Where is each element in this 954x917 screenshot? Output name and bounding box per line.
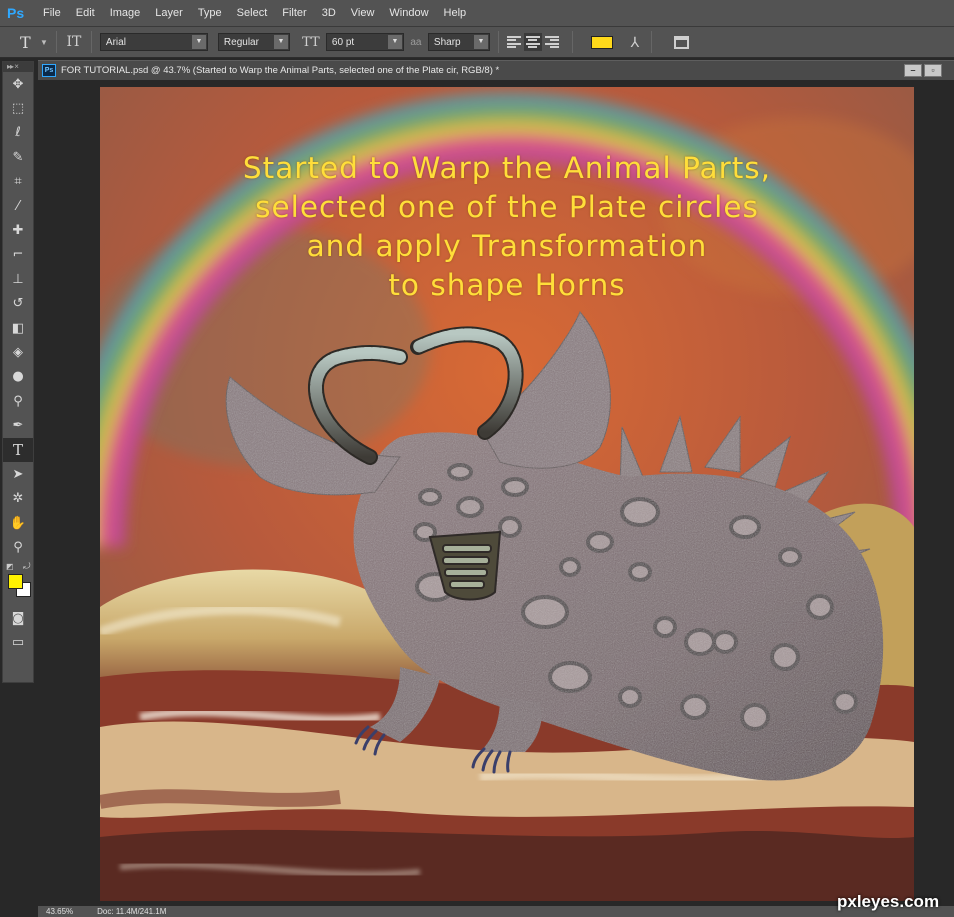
caption-line: Started to Warp the Animal Parts, bbox=[242, 151, 772, 185]
document-size[interactable]: Doc: 11.4M/241.1M bbox=[97, 907, 166, 916]
menu-layer[interactable]: Layer bbox=[155, 7, 183, 19]
hand-tool-icon[interactable]: ✋ bbox=[3, 511, 33, 535]
menu-edit[interactable]: Edit bbox=[76, 7, 95, 19]
toolbox-header[interactable]: ▸▸ × bbox=[3, 62, 33, 72]
menu-view[interactable]: View bbox=[351, 7, 375, 19]
brush-tool-icon[interactable]: ⌐ bbox=[3, 243, 33, 267]
history-brush-tool-icon[interactable]: ↺ bbox=[3, 292, 33, 316]
align-right-button[interactable] bbox=[544, 35, 559, 49]
chevron-down-icon: ▼ bbox=[273, 35, 288, 49]
caption-line: and apply Transformation bbox=[306, 229, 708, 263]
document-title: FOR TUTORIAL.psd @ 43.7% (Started to War… bbox=[61, 65, 500, 76]
photoshop-window: Ps File Edit Image Layer Type Select Fil… bbox=[0, 0, 954, 917]
menu-bar: Ps File Edit Image Layer Type Select Fil… bbox=[0, 0, 954, 27]
quick-mask-icon[interactable]: ◙ bbox=[3, 606, 33, 630]
dodge-tool-icon[interactable]: ⚲ bbox=[3, 389, 33, 413]
character-panel-icon[interactable] bbox=[673, 35, 689, 49]
tool-list: ✥ ⬚ ℓ ✎ ⌗ ⁄ ✚ ⌐ ⊥ ↺ ◧ ◈ ● ⚲ ✒ T ➤ ✲ ✋ ⚲ bbox=[3, 72, 33, 560]
swap-colors-icon[interactable]: ⤾ bbox=[23, 561, 31, 572]
menu-help[interactable]: Help bbox=[444, 7, 467, 19]
move-tool-icon[interactable]: ✥ bbox=[3, 72, 33, 96]
separator bbox=[650, 31, 652, 53]
type-tool-icon[interactable]: T bbox=[3, 437, 33, 463]
marquee-tool-icon[interactable]: ⬚ bbox=[3, 96, 33, 120]
document-canvas[interactable]: Started to Warp the Animal Parts, select… bbox=[100, 87, 914, 901]
separator bbox=[497, 31, 499, 53]
menu-image[interactable]: Image bbox=[110, 7, 141, 19]
clone-stamp-tool-icon[interactable]: ⊥ bbox=[3, 267, 33, 291]
tool-preset-dropdown-icon[interactable]: ▼ bbox=[40, 38, 48, 47]
font-size-icon: TT bbox=[302, 34, 320, 50]
font-size-value: 60 pt bbox=[331, 36, 355, 48]
toolbox: ▸▸ × ✥ ⬚ ℓ ✎ ⌗ ⁄ ✚ ⌐ ⊥ ↺ ◧ ◈ ● ⚲ ✒ T ➤ ✲ ✋ ⚲ ◩ ⤾ ◙ ▭ bbox=[2, 61, 34, 683]
antialias-icon: aa bbox=[410, 36, 422, 48]
type-tool-preset-icon[interactable]: T bbox=[20, 33, 34, 52]
custom-shape-tool-icon[interactable]: ✲ bbox=[3, 487, 33, 511]
align-left-button[interactable] bbox=[506, 35, 521, 49]
menu-window[interactable]: Window bbox=[389, 7, 428, 19]
caption-line: to shape Horns bbox=[388, 268, 626, 302]
eyedropper-tool-icon[interactable]: ⁄ bbox=[3, 194, 33, 218]
path-selection-tool-icon[interactable]: ➤ bbox=[3, 462, 33, 486]
menu-file[interactable]: File bbox=[43, 7, 61, 19]
crop-tool-icon[interactable]: ⌗ bbox=[3, 170, 33, 194]
default-colors-icon[interactable]: ◩ bbox=[6, 562, 14, 571]
menu-filter[interactable]: Filter bbox=[282, 7, 306, 19]
lasso-tool-icon[interactable]: ℓ bbox=[3, 121, 33, 145]
separator bbox=[55, 31, 57, 53]
minimize-button[interactable]: – bbox=[904, 64, 922, 77]
eraser-tool-icon[interactable]: ◧ bbox=[3, 316, 33, 340]
separator bbox=[571, 31, 573, 53]
psd-file-icon: Ps bbox=[42, 64, 56, 77]
antialias-value: Sharp bbox=[433, 36, 461, 48]
menu-type[interactable]: Type bbox=[198, 7, 222, 19]
photoshop-logo: Ps bbox=[7, 5, 25, 21]
chevron-down-icon: ▼ bbox=[387, 35, 402, 49]
font-style-value: Regular bbox=[223, 36, 259, 48]
screen-mode-icon[interactable]: ▭ bbox=[3, 630, 33, 654]
text-orientation-icon[interactable]: IT bbox=[65, 34, 83, 50]
pen-tool-icon[interactable]: ✒ bbox=[3, 413, 33, 437]
text-color-swatch[interactable] bbox=[590, 35, 613, 49]
font-style-select[interactable]: Regular ▼ bbox=[217, 33, 290, 51]
separator bbox=[90, 31, 92, 53]
healing-brush-tool-icon[interactable]: ✚ bbox=[3, 218, 33, 242]
chevron-down-icon: ▼ bbox=[191, 35, 206, 49]
watermark: pxleyes.com bbox=[837, 892, 940, 911]
quick-selection-tool-icon[interactable]: ✎ bbox=[3, 145, 33, 169]
tutorial-caption-text: Started to Warp the Animal Parts, select… bbox=[100, 149, 914, 305]
warp-text-icon[interactable]: ⅄ bbox=[627, 34, 643, 51]
window-controls: – ▫ bbox=[904, 64, 942, 77]
font-family-select[interactable]: Arial ▼ bbox=[99, 33, 208, 51]
document-tab[interactable]: Ps FOR TUTORIAL.psd @ 43.7% (Started to … bbox=[38, 60, 954, 80]
chevron-down-icon: ▼ bbox=[473, 35, 488, 49]
caption-line: selected one of the Plate circles bbox=[255, 190, 759, 224]
align-center-button[interactable] bbox=[523, 33, 542, 51]
menu-select[interactable]: Select bbox=[237, 7, 268, 19]
paint-bucket-tool-icon[interactable]: ◈ bbox=[3, 340, 33, 364]
zoom-level[interactable]: 43.65% bbox=[46, 907, 73, 916]
font-size-select[interactable]: 60 pt ▼ bbox=[325, 33, 404, 51]
menu-3d[interactable]: 3D bbox=[322, 7, 336, 19]
options-bar: T ▼ IT Arial ▼ Regular ▼ TT 60 pt ▼ aa S… bbox=[0, 27, 954, 58]
blur-tool-icon[interactable]: ● bbox=[3, 365, 33, 389]
foreground-color-swatch[interactable] bbox=[8, 573, 23, 589]
status-bar: 43.65% Doc: 11.4M/241.1M bbox=[38, 906, 954, 917]
antialias-select[interactable]: Sharp ▼ bbox=[427, 33, 490, 51]
font-family-value: Arial bbox=[105, 36, 126, 48]
color-swatches: ◩ ⤾ bbox=[3, 560, 33, 606]
zoom-tool-icon[interactable]: ⚲ bbox=[3, 535, 33, 559]
restore-button[interactable]: ▫ bbox=[924, 64, 942, 77]
